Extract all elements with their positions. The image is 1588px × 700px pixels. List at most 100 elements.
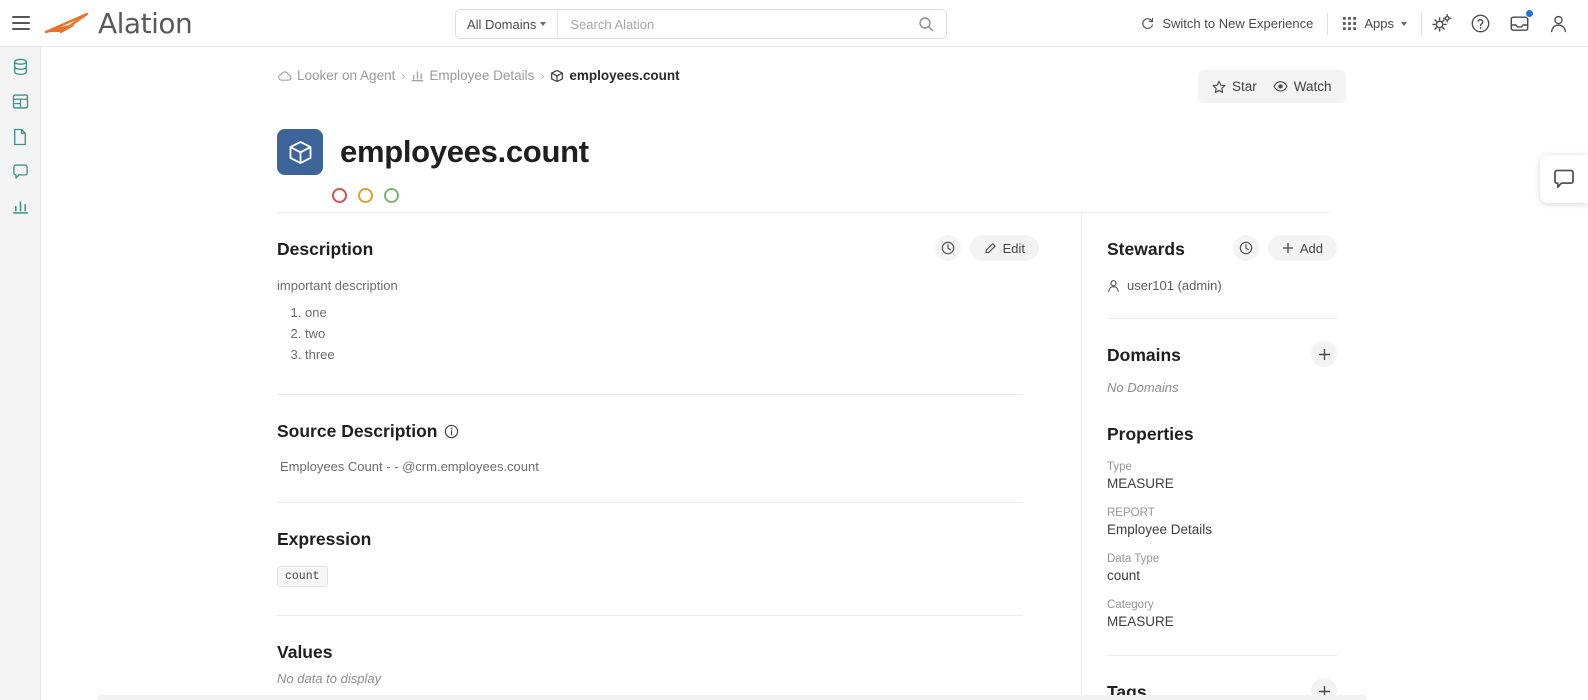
description-text: important description xyxy=(277,278,398,293)
source-description-text: Employees Count - - @crm.employees.count xyxy=(280,458,539,474)
breadcrumb-item-source[interactable]: Looker on Agent xyxy=(277,68,395,83)
user-avatar-icon[interactable] xyxy=(1539,13,1578,34)
cloud-icon xyxy=(278,70,292,81)
add-label: Add xyxy=(1299,240,1323,256)
property-key: Type xyxy=(1107,461,1132,473)
values-section: Values No data to display xyxy=(277,616,1067,700)
property-key: REPORT xyxy=(1107,507,1155,519)
domains-section: Domains No Domains xyxy=(1107,319,1337,395)
status-badges xyxy=(332,188,399,203)
values-heading: Values xyxy=(277,641,333,662)
domain-filter-label: All Domains xyxy=(467,16,537,32)
steward-item[interactable]: user101 (admin) xyxy=(1107,278,1337,293)
apps-menu-button[interactable]: Apps xyxy=(1328,12,1421,36)
add-steward-button[interactable]: Add xyxy=(1267,235,1337,261)
source-description-label: Source Description xyxy=(277,420,438,441)
breadcrumb-item-current: employees.count xyxy=(550,68,680,83)
list-item: three xyxy=(305,344,1067,365)
description-history-button[interactable] xyxy=(934,235,961,261)
property-row: REPORT Employee Details xyxy=(1107,507,1337,537)
description-tools: Edit xyxy=(934,235,1039,261)
grid-apps-icon xyxy=(1343,16,1357,31)
conversation-icon[interactable] xyxy=(5,159,35,184)
page-title: employees.count xyxy=(340,134,589,169)
refresh-icon xyxy=(1142,17,1154,29)
sidebar-divider xyxy=(1081,213,1082,700)
edit-description-button[interactable]: Edit xyxy=(969,235,1039,261)
page-content: Looker on Agent › Employee Details › emp… xyxy=(41,47,1588,700)
apps-label: Apps xyxy=(1364,16,1394,31)
properties-heading: Properties xyxy=(1107,424,1194,444)
warning-badge[interactable] xyxy=(358,188,373,203)
property-value: MEASURE xyxy=(1107,476,1174,491)
watch-button[interactable]: Watch xyxy=(1273,79,1332,94)
chat-bubble-icon xyxy=(1554,169,1574,188)
expression-heading: Expression xyxy=(277,528,372,549)
top-header: Alation All Domains Switch to New Experi… xyxy=(0,0,1588,47)
domains-empty-text: No Domains xyxy=(1107,380,1179,395)
alation-logo[interactable]: Alation xyxy=(43,6,193,40)
star-icon xyxy=(1212,80,1226,93)
source-description-heading: Source Description xyxy=(277,421,1067,442)
search-icon[interactable] xyxy=(918,16,946,32)
list-item: one xyxy=(305,302,1067,323)
horizontal-scrollbar[interactable] xyxy=(97,695,1367,700)
breadcrumb-label: employees.count xyxy=(569,68,680,83)
description-list: one two three xyxy=(277,302,1067,366)
property-value: Employee Details xyxy=(1107,522,1213,537)
deprecation-badge[interactable] xyxy=(332,188,347,203)
tags-section: Tags xyxy=(1107,656,1337,700)
title-row: employees.count xyxy=(277,129,589,175)
notification-dot xyxy=(1525,9,1534,18)
plus-icon xyxy=(1282,242,1294,254)
inbox-icon[interactable] xyxy=(1500,9,1539,34)
stewards-tools: Add xyxy=(1232,235,1337,261)
help-circle-icon[interactable] xyxy=(1461,13,1500,34)
property-row: Type MEASURE xyxy=(1107,461,1337,491)
document-icon[interactable] xyxy=(5,124,35,149)
domain-filter-dropdown[interactable]: All Domains xyxy=(456,10,559,38)
breadcrumb-separator: › xyxy=(401,68,406,83)
steward-name: user101 (admin) xyxy=(1127,278,1222,293)
property-row: Category MEASURE xyxy=(1107,599,1337,629)
properties-section: Properties Type MEASURE REPORT Employee … xyxy=(1107,395,1337,656)
person-icon xyxy=(1108,279,1119,292)
property-value: MEASURE xyxy=(1107,614,1174,629)
star-button[interactable]: Star xyxy=(1212,79,1257,94)
stewards-history-button[interactable] xyxy=(1232,235,1259,261)
main-column: Description Edit important description 1… xyxy=(277,213,1067,700)
stewards-section: Stewards Add user101 (admin) xyxy=(1107,213,1337,319)
breadcrumb-item-report[interactable]: Employee Details xyxy=(411,68,534,83)
breadcrumb-label: Employee Details xyxy=(429,68,535,83)
values-empty-text: No data to display xyxy=(277,670,382,686)
chart-icon[interactable] xyxy=(5,194,35,219)
add-domain-button[interactable] xyxy=(1311,341,1337,367)
property-value: count xyxy=(1107,568,1141,583)
cube-icon xyxy=(551,69,564,82)
hamburger-menu-icon[interactable] xyxy=(12,16,30,30)
property-key: Data Type xyxy=(1107,553,1160,565)
left-nav-rail xyxy=(0,47,41,700)
expression-section: Expression count xyxy=(277,503,1067,616)
search-input[interactable] xyxy=(558,10,918,38)
watch-label: Watch xyxy=(1293,79,1332,94)
pencil-icon xyxy=(984,242,996,253)
info-icon[interactable] xyxy=(444,424,459,439)
domains-tools xyxy=(1311,341,1337,367)
property-key: Category xyxy=(1107,599,1154,611)
switch-experience-label: Switch to New Experience xyxy=(1162,16,1314,31)
database-icon[interactable] xyxy=(5,54,35,79)
right-sidebar: Stewards Add user101 (admin) Domains No … xyxy=(1107,213,1337,700)
breadcrumb: Looker on Agent › Employee Details › emp… xyxy=(277,68,680,83)
clock-icon xyxy=(1239,241,1253,255)
header-actions: Switch to New Experience Apps xyxy=(1126,0,1578,47)
settings-gear-icon[interactable] xyxy=(1422,13,1461,34)
endorsement-badge[interactable] xyxy=(384,188,399,203)
brand-name: Alation xyxy=(98,6,193,40)
switch-experience-button[interactable]: Switch to New Experience xyxy=(1126,12,1327,36)
star-watch-group: Star Watch xyxy=(1198,70,1346,103)
breadcrumb-separator: › xyxy=(540,68,545,83)
domains-heading: Domains xyxy=(1107,345,1181,365)
chat-widget-button[interactable] xyxy=(1540,155,1588,203)
table-icon[interactable] xyxy=(5,89,35,114)
